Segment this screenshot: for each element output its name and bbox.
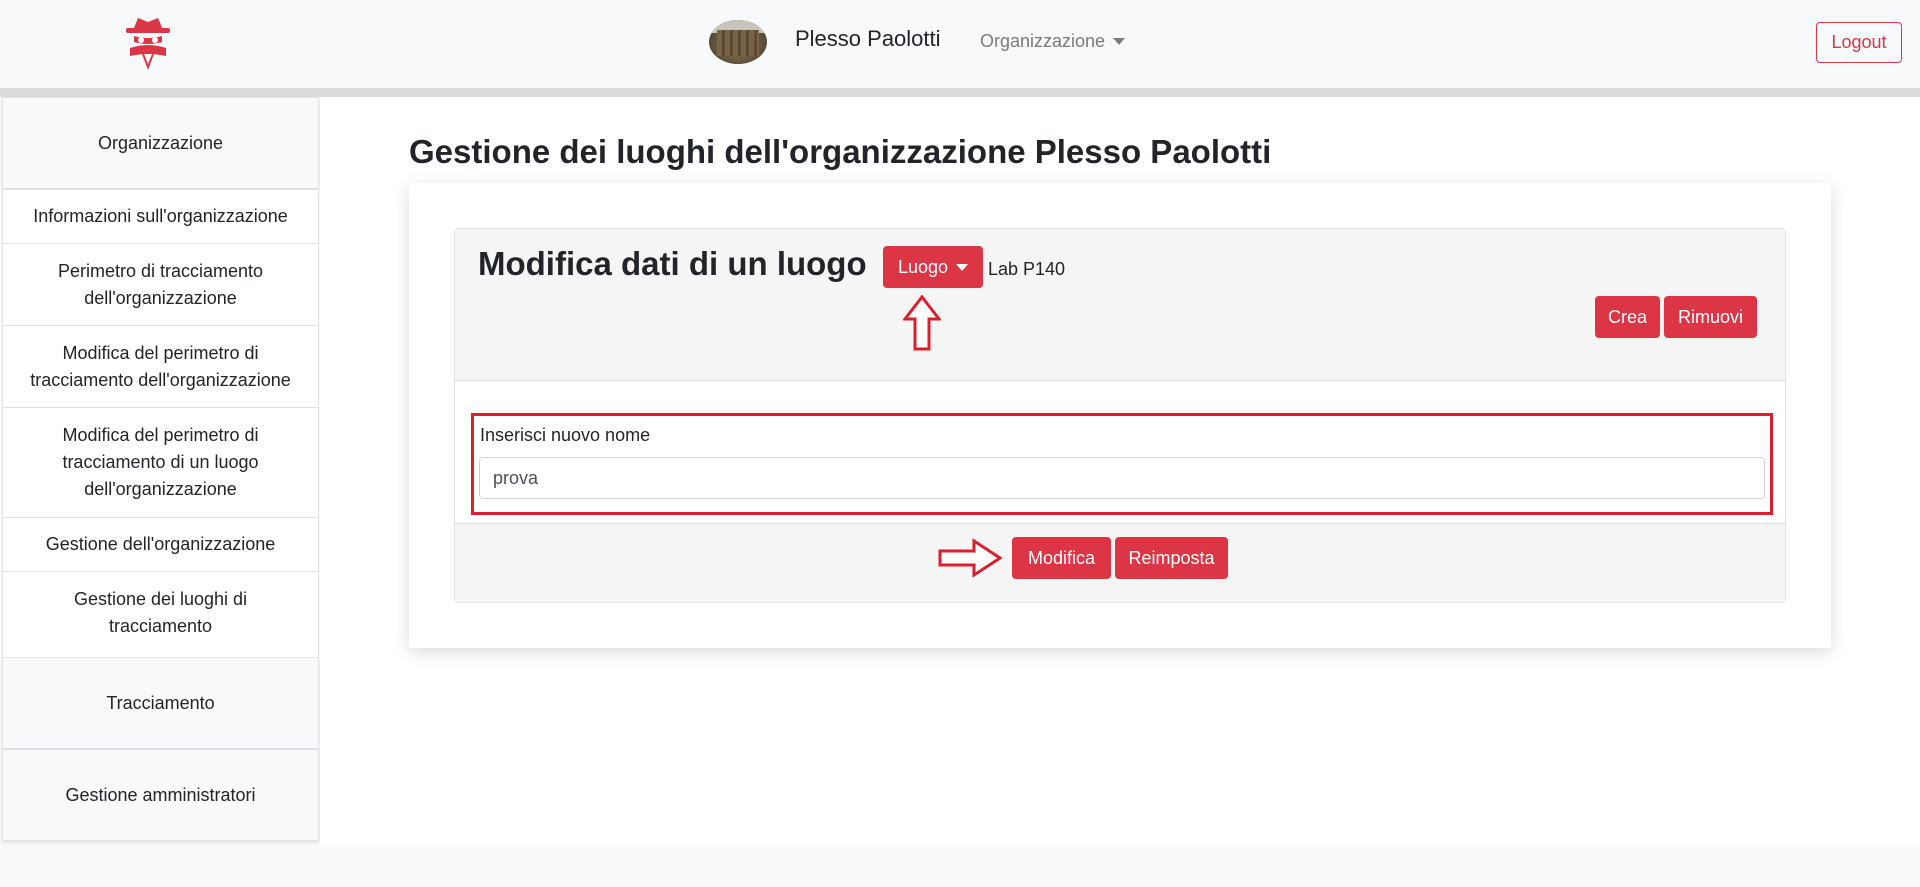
edit-luogo-card: Modifica dati di un luogo Luogo Lab P140…	[454, 228, 1786, 603]
organization-name: Plesso Paolotti	[795, 26, 941, 51]
sidebar: Organizzazione Informazioni sull'organiz…	[2, 97, 319, 841]
sidebar-item-label: Perimetro di tracciamento dell'organizza…	[57, 260, 264, 308]
sidebar-item-modifica-perimetro[interactable]: Modifica del perimetro di tracciamento d…	[3, 326, 318, 408]
page-title: Gestione dei luoghi dell'organizzazione …	[409, 133, 1272, 170]
remove-button[interactable]: Rimuovi	[1664, 296, 1757, 338]
new-name-input[interactable]	[479, 457, 1765, 499]
sidebar-item-perimetro[interactable]: Perimetro di tracciamento dell'organizza…	[3, 244, 318, 326]
luogo-dropdown-label: Luogo	[897, 256, 949, 277]
top-navbar: Plesso Paolotti Organizzazione Logout	[0, 0, 1920, 88]
sidebar-section-organizzazione[interactable]: Organizzazione	[2, 97, 319, 189]
card-title: Modifica dati di un luogo	[478, 245, 867, 282]
sidebar-item-label: Informazioni sull'organizzazione	[33, 206, 288, 226]
sidebar-section-label: Gestione amministratori	[65, 784, 256, 805]
annotation-arrow-right-icon	[938, 538, 1002, 578]
sidebar-item-label: Gestione dei luoghi di tracciamento	[73, 589, 248, 636]
caret-down-icon	[956, 263, 969, 271]
sidebar-item-gestione-organizzazione[interactable]: Gestione dell'organizzazione	[3, 518, 318, 572]
sidebar-item-modifica-perimetro-luogo[interactable]: Modifica del perimetro di tracciamento d…	[3, 408, 318, 518]
reset-button[interactable]: Reimposta	[1115, 537, 1228, 579]
logout-button[interactable]: Logout	[1816, 22, 1902, 63]
navbar-divider	[0, 88, 1920, 97]
organization-menu-label: Organizzazione	[980, 31, 1106, 51]
sidebar-section-tracciamento[interactable]: Tracciamento	[2, 657, 319, 749]
sidebar-section-label: Tracciamento	[106, 692, 215, 713]
sidebar-section-amministratori[interactable]: Gestione amministratori	[2, 749, 319, 841]
sidebar-item-gestione-luoghi[interactable]: Gestione dei luoghi di tracciamento	[3, 572, 318, 654]
organization-menu[interactable]: Organizzazione	[980, 31, 1126, 52]
modify-button[interactable]: Modifica	[1012, 537, 1111, 579]
card-header: Modifica dati di un luogo Luogo Lab P140…	[455, 229, 1785, 381]
spy-icon[interactable]	[120, 16, 176, 72]
new-name-label: Inserisci nuovo nome	[480, 425, 651, 445]
luogo-dropdown-button[interactable]: Luogo	[883, 246, 983, 288]
annotation-arrow-up-icon	[903, 295, 941, 351]
card-footer: Modifica Reimposta	[455, 523, 1785, 602]
caret-down-icon	[1113, 38, 1126, 45]
sidebar-item-label: Modifica del perimetro di tracciamento d…	[62, 425, 259, 499]
sidebar-item-label: Gestione dell'organizzazione	[45, 534, 276, 554]
organization-photo	[709, 20, 767, 64]
sidebar-item-informazioni[interactable]: Informazioni sull'organizzazione	[3, 190, 318, 244]
create-button[interactable]: Crea	[1595, 296, 1660, 338]
sidebar-item-label: Modifica del perimetro di tracciamento d…	[30, 342, 291, 390]
sidebar-section-label: Organizzazione	[97, 132, 224, 153]
selected-luogo: Lab P140	[988, 259, 1066, 279]
